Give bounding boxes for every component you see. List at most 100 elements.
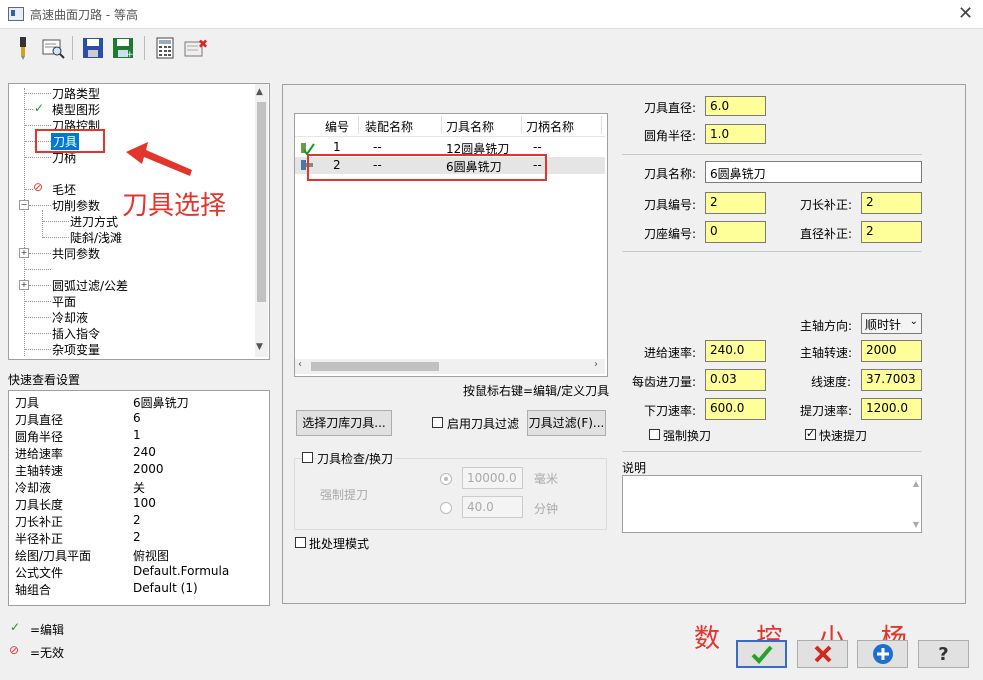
- legend-edit: =编辑: [30, 623, 65, 637]
- retract-rate-input[interactable]: 1200.0: [861, 398, 922, 420]
- divider: [622, 451, 922, 452]
- holder-number-input[interactable]: 0: [705, 221, 766, 243]
- legend-invalid: =无效: [30, 646, 65, 660]
- chevron-down-icon[interactable]: ▼: [256, 342, 263, 352]
- delete-icon[interactable]: ✖: [183, 34, 209, 62]
- chevron-down-icon[interactable]: ▼: [913, 520, 919, 529]
- dia-offset-input[interactable]: 2: [861, 221, 922, 243]
- save-all-icon[interactable]: +: [111, 34, 137, 62]
- tree-item-cut-params[interactable]: 切削参数: [52, 197, 100, 214]
- cancel-button[interactable]: [797, 640, 848, 668]
- tool-diameter-label: 刀具直径:: [644, 101, 697, 115]
- distance-radio[interactable]: [440, 473, 452, 485]
- comment-textarea[interactable]: ▲ ▼: [622, 475, 922, 533]
- plus-icon: [872, 644, 893, 664]
- scrollbar-thumb[interactable]: [257, 102, 266, 302]
- retract-rate-label: 提刀速率:: [800, 404, 853, 418]
- chevron-right-icon[interactable]: ›: [594, 359, 598, 370]
- tree-scrollbar[interactable]: ▲ ▼: [255, 84, 268, 357]
- tool-filter-button[interactable]: 刀具过滤(F)...: [527, 410, 606, 436]
- annotation-row-box: [307, 154, 547, 181]
- time-unit: 分钟: [534, 502, 559, 516]
- tool-check-checkbox[interactable]: [302, 452, 313, 463]
- collapse-icon[interactable]: −: [19, 200, 29, 210]
- tool-diameter-input[interactable]: 6.0: [705, 96, 766, 116]
- spindle-speed-input[interactable]: 2000: [861, 340, 922, 362]
- help-icon: ?: [938, 643, 949, 665]
- col-header-tool-name[interactable]: 刀具名称: [446, 118, 494, 135]
- close-icon: [814, 645, 831, 663]
- ok-button[interactable]: [736, 640, 787, 668]
- tool-list-header: 编号 装配名称 刀具名称 刀柄名称: [295, 114, 605, 137]
- tree-item-misc-values[interactable]: 杂项变量: [52, 341, 100, 357]
- tree-item-coolant[interactable]: 冷却液: [52, 309, 88, 326]
- force-change-checkbox[interactable]: [649, 429, 660, 440]
- surface-speed-input[interactable]: 37.7003: [861, 369, 922, 391]
- invalid-icon: ⊘: [9, 643, 20, 657]
- tree-item-model-geometry[interactable]: 模型图形: [52, 101, 100, 118]
- tool-list-hscrollbar[interactable]: ‹ ›: [295, 359, 605, 374]
- col-header-number[interactable]: 编号: [325, 118, 349, 135]
- tree-item-stock[interactable]: 毛坯: [52, 181, 76, 198]
- scrollbar-thumb[interactable]: [311, 362, 439, 371]
- chevron-down-icon: ⌄: [909, 316, 918, 327]
- view-icon[interactable]: [40, 34, 66, 62]
- length-offset-label: 刀长补正:: [800, 198, 853, 212]
- enable-filter-checkbox[interactable]: [432, 417, 443, 428]
- tool-list: 编号 装配名称 刀具名称 刀柄名称 1 -- 12圆鼻铣刀 -- 2 -- 6圆…: [294, 113, 608, 377]
- tool-icon[interactable]: [10, 34, 36, 62]
- divider: [622, 154, 922, 155]
- window-title: 高速曲面刀路 - 等高: [30, 8, 138, 22]
- feed-rate-label: 进给速率:: [644, 346, 697, 360]
- corner-radius-input[interactable]: 1.0: [705, 124, 766, 144]
- close-icon[interactable]: ✕: [958, 3, 973, 24]
- distance-input[interactable]: 10000.0: [462, 467, 523, 489]
- enable-filter-label: 启用刀具过滤: [447, 417, 520, 431]
- help-button[interactable]: ?: [918, 640, 969, 668]
- holder-number-label: 刀座编号:: [644, 227, 697, 241]
- annotation-arrow-icon: [126, 142, 192, 176]
- save-icon[interactable]: [80, 34, 106, 62]
- time-radio[interactable]: [440, 502, 452, 514]
- select-library-button[interactable]: 选择刀库刀具...: [296, 410, 392, 436]
- spindle-dir-select[interactable]: 顺时针 ⌄: [861, 313, 922, 334]
- chevron-up-icon[interactable]: ▲: [256, 87, 263, 97]
- feed-per-tooth-label: 每齿进刀量:: [632, 375, 697, 389]
- invalid-icon: ⊘: [33, 180, 44, 194]
- tree-item-canned-text[interactable]: 插入指令: [52, 325, 100, 342]
- col-header-holder[interactable]: 刀柄名称: [526, 118, 574, 135]
- check-icon: ✓: [10, 620, 21, 634]
- quick-view-title: 快速查看设置: [8, 373, 81, 387]
- tree-item-steep-shallow[interactable]: 陡斜/浅滩: [70, 229, 122, 246]
- corner-radius-label: 圆角半径:: [644, 129, 697, 143]
- rapid-retract-checkbox[interactable]: [805, 427, 816, 440]
- force-change-label: 强制换刀: [663, 429, 712, 443]
- calculator-icon[interactable]: [152, 34, 178, 62]
- batch-mode-checkbox[interactable]: [295, 537, 306, 548]
- chevron-up-icon[interactable]: ▲: [913, 479, 919, 488]
- apply-button[interactable]: [857, 640, 908, 668]
- annotation-tool-box: [35, 129, 105, 153]
- tool-check-label: 刀具检查/换刀: [317, 450, 396, 467]
- time-input[interactable]: 40.0: [462, 496, 523, 518]
- tree-item-toolpath-type[interactable]: 刀路类型: [52, 85, 100, 102]
- plunge-rate-input[interactable]: 600.0: [705, 398, 766, 420]
- comment-label: 说明: [622, 461, 647, 475]
- col-header-assembly[interactable]: 装配名称: [365, 118, 413, 135]
- check-icon: [751, 645, 773, 664]
- feed-per-tooth-input[interactable]: 0.03: [705, 369, 766, 391]
- tree-item-common-params[interactable]: 共同参数: [52, 245, 100, 262]
- tool-number-input[interactable]: 2: [705, 192, 766, 214]
- tree-item-planes[interactable]: 平面: [52, 293, 76, 310]
- expand-icon[interactable]: +: [19, 280, 29, 290]
- tree-item-arc-filter[interactable]: 圆弧过滤/公差: [52, 277, 128, 294]
- length-offset-input[interactable]: 2: [861, 192, 922, 214]
- toolbar-divider: [144, 36, 145, 60]
- tool-icon: [301, 143, 315, 155]
- tree-item-entry[interactable]: 进刀方式: [70, 213, 118, 230]
- svg-text:✖: ✖: [198, 37, 208, 51]
- tool-name-input[interactable]: 6圆鼻铣刀: [705, 161, 922, 183]
- chevron-left-icon[interactable]: ‹: [298, 359, 302, 370]
- feed-rate-input[interactable]: 240.0: [705, 340, 766, 362]
- expand-icon[interactable]: +: [19, 248, 29, 258]
